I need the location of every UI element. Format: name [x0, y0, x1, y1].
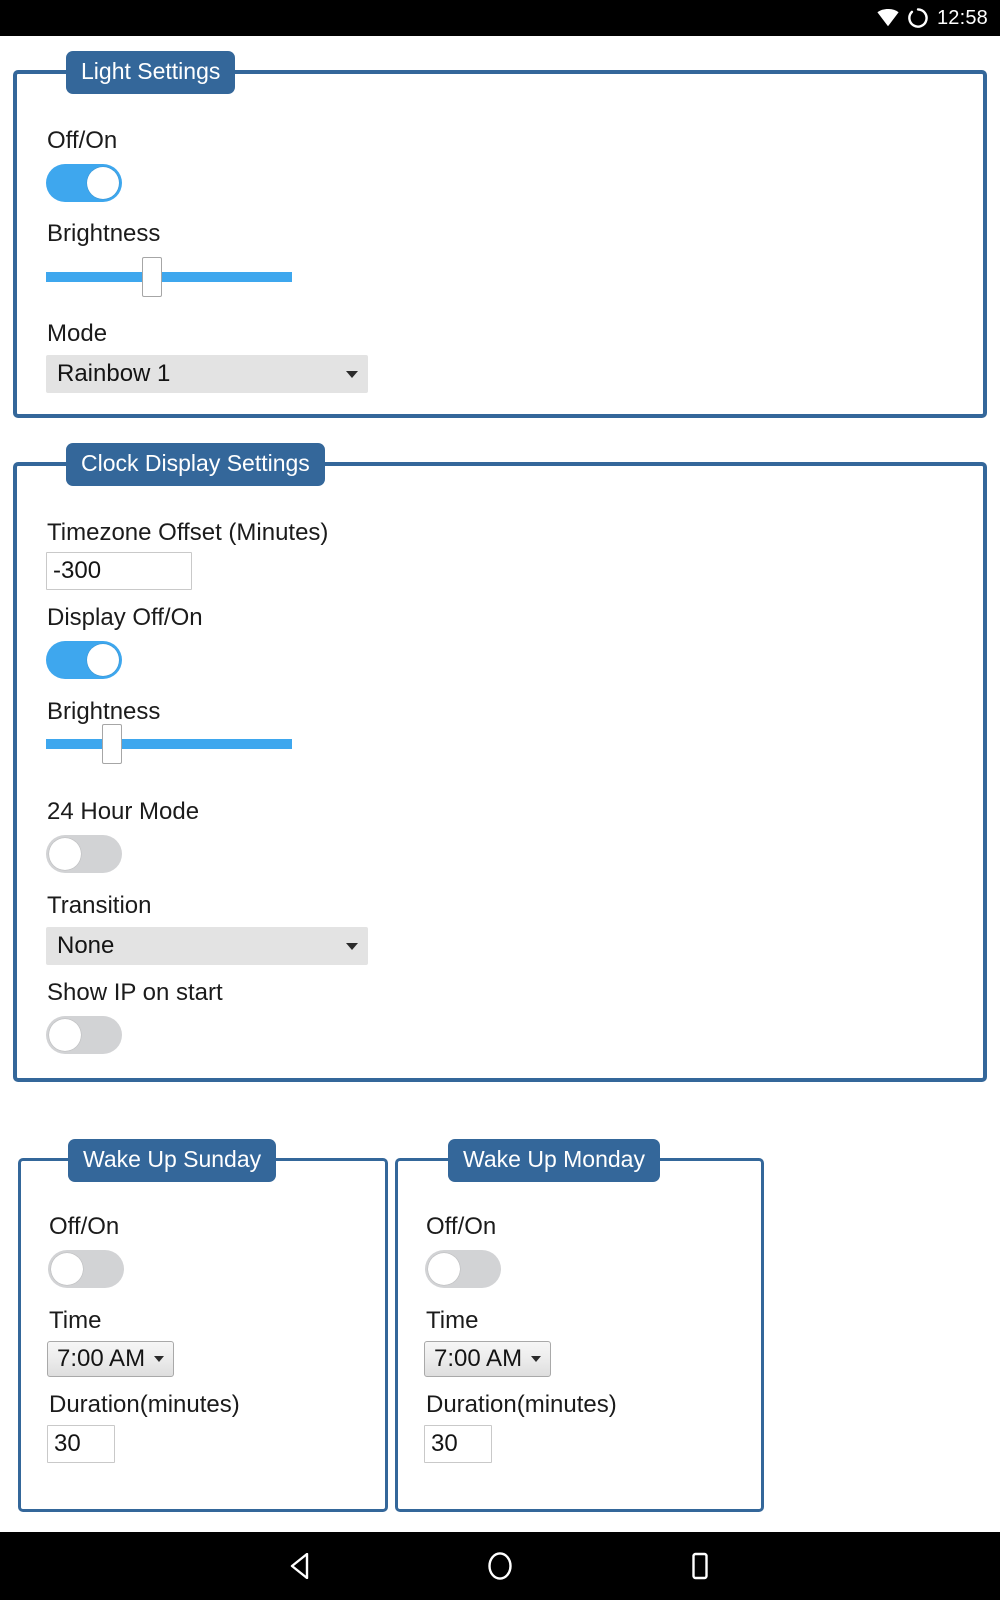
light-brightness-label: Brightness: [47, 220, 161, 247]
clock-display-settings-legend: Clock Display Settings: [66, 443, 325, 486]
monday-time-label: Time: [426, 1307, 479, 1334]
light-settings-panel: Off/On Brightness Mode Rainbow 1: [13, 70, 987, 418]
wake-up-sunday-panel: Off/On Time 7:00 AM Duration(minutes) 30: [18, 1158, 388, 1512]
light-brightness-slider[interactable]: [46, 257, 292, 297]
sunday-time-value: 7:00 AM: [57, 1345, 146, 1372]
sunday-onoff-toggle[interactable]: [48, 1250, 124, 1288]
show-ip-toggle[interactable]: [46, 1016, 122, 1054]
sunday-duration-label: Duration(minutes): [49, 1391, 240, 1418]
toggle-knob: [51, 1253, 83, 1285]
home-circle-icon: [488, 1552, 512, 1580]
monday-duration-input[interactable]: 30: [424, 1425, 492, 1463]
timezone-offset-label: Timezone Offset (Minutes): [47, 519, 329, 546]
slider-thumb[interactable]: [141, 257, 162, 297]
clock-brightness-slider[interactable]: [46, 724, 292, 764]
monday-duration-label: Duration(minutes): [426, 1391, 617, 1418]
light-onoff-label: Off/On: [47, 127, 118, 154]
timezone-offset-input[interactable]: -300: [46, 552, 192, 590]
android-status-bar: 12:58: [0, 0, 1000, 36]
light-mode-label: Mode: [47, 320, 108, 347]
slider-track: [46, 272, 292, 282]
monday-time-select[interactable]: 7:00 AM: [424, 1341, 552, 1377]
chevron-down-icon: [346, 943, 358, 950]
toggle-knob: [49, 838, 81, 870]
toggle-knob: [428, 1253, 460, 1285]
chevron-down-icon: [531, 1356, 542, 1362]
light-settings-legend: Light Settings: [66, 51, 236, 94]
transition-select[interactable]: None: [46, 927, 368, 965]
sunday-duration-input[interactable]: 30: [47, 1425, 115, 1463]
sunday-duration-value: 30: [54, 1430, 81, 1457]
toggle-knob: [87, 644, 119, 676]
toggle-knob: [87, 167, 119, 199]
light-mode-value: Rainbow 1: [57, 360, 171, 387]
transition-value: None: [57, 932, 115, 959]
chevron-down-icon: [346, 371, 358, 378]
nav-recents-button[interactable]: [600, 1551, 800, 1581]
show-ip-label: Show IP on start: [47, 979, 223, 1006]
transition-label: Transition: [47, 892, 152, 919]
wake-up-sunday-legend: Wake Up Sunday: [68, 1139, 277, 1182]
clock-display-settings-panel: Timezone Offset (Minutes) -300 Display O…: [13, 462, 987, 1082]
monday-time-value: 7:00 AM: [434, 1345, 523, 1372]
wifi-icon: [877, 9, 899, 27]
monday-onoff-label: Off/On: [426, 1213, 497, 1240]
nav-home-button[interactable]: [400, 1551, 600, 1581]
light-mode-select[interactable]: Rainbow 1: [46, 355, 368, 393]
timezone-offset-value: -300: [53, 557, 102, 584]
back-triangle-icon: [290, 1553, 309, 1579]
status-bar-clock: 12:58: [936, 6, 988, 29]
clock-brightness-label: Brightness: [47, 698, 161, 725]
app-screen: 12:58 Off/On Brightness Mode Rainbow 1 L…: [0, 0, 1000, 1600]
wake-up-monday-legend: Wake Up Monday: [448, 1139, 660, 1182]
chevron-down-icon: [154, 1356, 165, 1362]
sunday-time-select[interactable]: 7:00 AM: [47, 1341, 175, 1377]
sunday-time-label: Time: [49, 1307, 102, 1334]
hour24-mode-label: 24 Hour Mode: [47, 798, 200, 825]
slider-thumb[interactable]: [102, 724, 123, 764]
sync-circle-icon: [908, 8, 928, 28]
light-onoff-toggle[interactable]: [46, 164, 122, 202]
android-navigation-bar: [0, 1532, 1000, 1600]
display-onoff-label: Display Off/On: [47, 604, 203, 631]
toggle-knob: [49, 1019, 81, 1051]
nav-back-button[interactable]: [200, 1553, 400, 1579]
display-onoff-toggle[interactable]: [46, 641, 122, 679]
monday-duration-value: 30: [431, 1430, 458, 1457]
monday-onoff-toggle[interactable]: [425, 1250, 501, 1288]
sunday-onoff-label: Off/On: [49, 1213, 120, 1240]
slider-track: [46, 739, 292, 749]
wake-up-monday-panel: Off/On Time 7:00 AM Duration(minutes) 30: [395, 1158, 764, 1512]
recents-square-icon: [692, 1552, 708, 1580]
hour24-mode-toggle[interactable]: [46, 835, 122, 873]
